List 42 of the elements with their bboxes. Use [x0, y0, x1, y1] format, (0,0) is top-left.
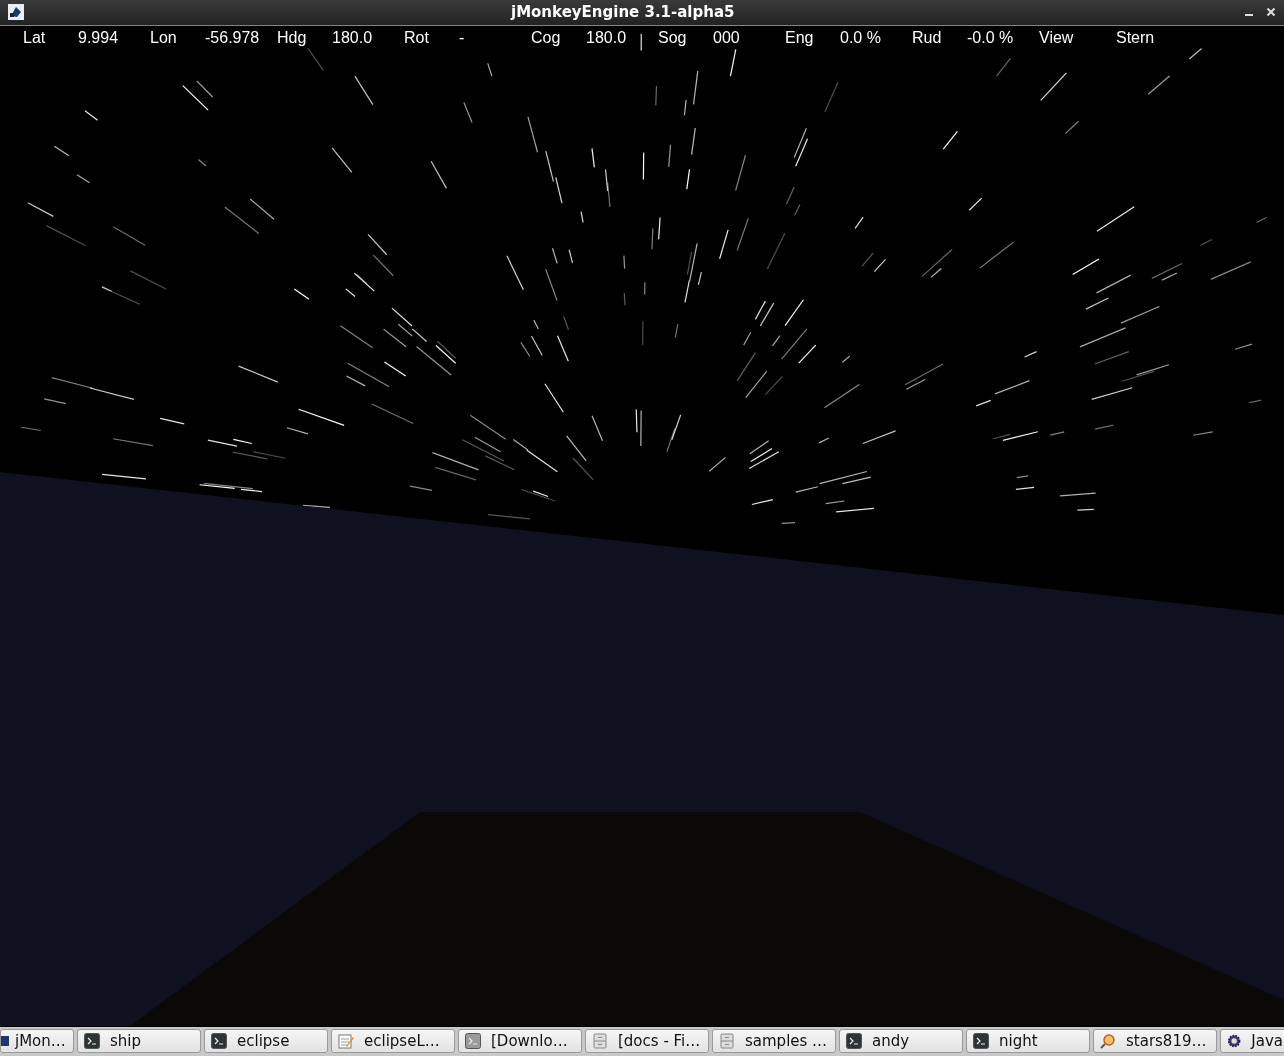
- terminal-icon: [973, 1033, 989, 1050]
- hud-value: 0.0 %: [840, 28, 882, 47]
- terminal-icon: [465, 1033, 481, 1050]
- app-logo-icon: [8, 4, 24, 21]
- hud-value: 9.994: [78, 28, 120, 47]
- taskbar-button[interactable]: eclipse: [204, 1029, 328, 1054]
- hud-label: View: [1039, 28, 1075, 47]
- hud-label: Lon: [150, 28, 178, 47]
- taskbar-button[interactable]: andy: [839, 1029, 963, 1054]
- taskbar-button[interactable]: night: [966, 1029, 1090, 1054]
- hud-label: Rot: [404, 28, 430, 47]
- hud-label: Eng: [785, 28, 815, 47]
- terminal-icon: [211, 1033, 227, 1050]
- hud-label: Hdg: [277, 28, 308, 47]
- window-title: jMonkeyEngine 3.1-alpha5: [511, 3, 735, 22]
- taskbar-button[interactable]: jMon…: [0, 1029, 74, 1054]
- taskbar-button[interactable]: samples …: [712, 1029, 836, 1054]
- hud-label: Rud: [912, 28, 943, 47]
- hud-value: 180.0: [332, 28, 374, 47]
- hud-value: -56.978: [205, 28, 260, 47]
- file-cabinet-icon: [592, 1033, 608, 1050]
- taskbar-button[interactable]: ship: [77, 1029, 201, 1054]
- taskbar-button[interactable]: Java: [1220, 1029, 1284, 1054]
- hud-value: Stern: [1116, 28, 1156, 47]
- terminal-icon: [84, 1033, 100, 1050]
- magnifier-icon: [1100, 1033, 1116, 1050]
- taskbar-button[interactable]: [Downlo…: [458, 1029, 582, 1054]
- hud-value: 180.0: [586, 28, 628, 47]
- hud-label: Sog: [658, 28, 688, 47]
- notepad-icon: [338, 1033, 354, 1050]
- file-cabinet-icon: [719, 1033, 735, 1050]
- hud-value: -: [459, 28, 466, 47]
- gear-icon: [1227, 1033, 1242, 1050]
- hud-label: Cog: [531, 28, 562, 47]
- hud-label: Lat: [23, 28, 47, 47]
- hud-value: 000: [713, 28, 741, 47]
- taskbar-button[interactable]: stars819…: [1093, 1029, 1217, 1054]
- hud-value: -0.0 %: [967, 28, 1015, 47]
- taskbar-button[interactable]: eclipseL…: [331, 1029, 455, 1054]
- taskbar-button[interactable]: [docs - Fi…: [585, 1029, 709, 1054]
- close-icon[interactable]: [1266, 7, 1276, 18]
- terminal-icon: [846, 1033, 862, 1050]
